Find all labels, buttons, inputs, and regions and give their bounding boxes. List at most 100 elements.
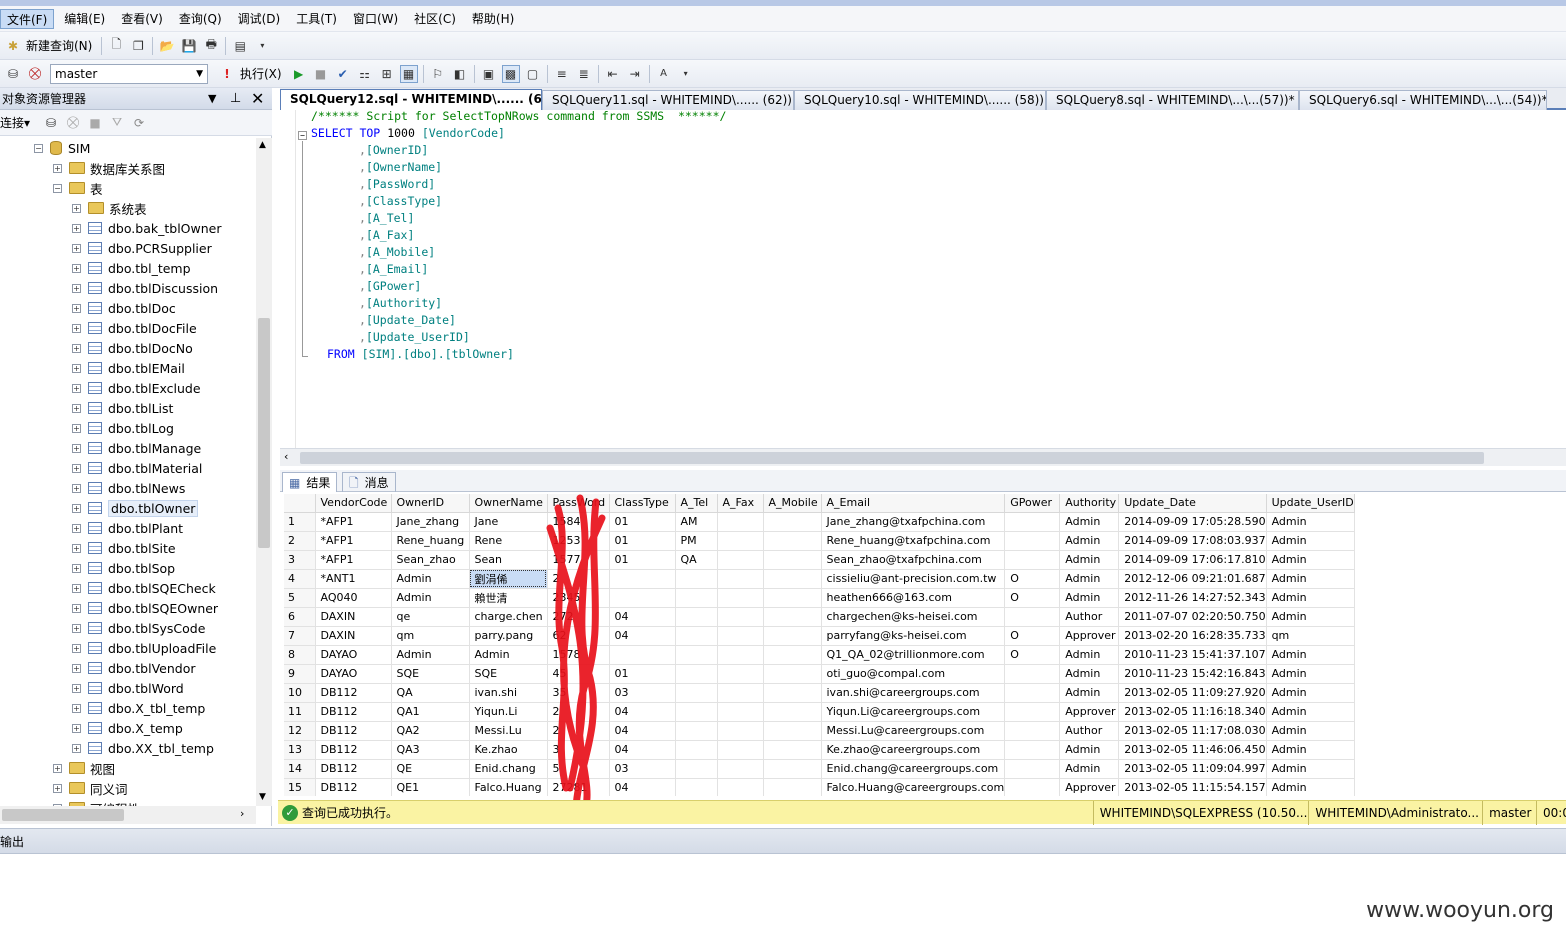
grid-cell[interactable]: Jane [469,512,548,532]
expand-icon[interactable]: + [72,563,81,573]
grid-cell[interactable]: Admin [1266,588,1355,608]
grid-cell[interactable]: 2013-02-05 11:46:06.450 [1118,740,1267,760]
grid-cell[interactable] [1004,721,1061,741]
tree-node[interactable]: + dbo.tblSQECheck [72,578,216,598]
comment-lines-icon[interactable]: ≡ [553,65,571,83]
grid-cell[interactable]: Admin [1059,531,1120,551]
grid-cell[interactable]: Admin [1266,702,1355,722]
grid-cell[interactable] [763,702,822,722]
document-tab-3[interactable]: SQLQuery8.sql - WHITEMIND\...\...(57))* [1046,90,1299,110]
expand-icon[interactable]: + [72,323,81,333]
grid-cell[interactable] [717,740,764,760]
grid-cell[interactable]: O [1004,626,1061,646]
tree-node[interactable]: + dbo.tblManage [72,438,201,458]
grid-cell[interactable] [717,626,764,646]
menu-item-0[interactable]: 文件(F) [0,8,55,29]
tree-node[interactable]: − 表 [53,178,103,198]
results-tab-0[interactable]: ▦ 结果 [282,472,338,492]
table-row[interactable]: 4 *ANT1 Admin 劉涓俙 2 cissieliu@ant-precision.c… [284,569,1355,589]
grid-cell[interactable]: Admin [1266,569,1355,589]
print-icon[interactable]: 🖶 [202,37,220,55]
grid-cell[interactable] [1004,683,1061,703]
expand-icon[interactable]: + [72,263,81,273]
table-row[interactable]: 3 *AFP1 Sean_zhao Sean 1577 01 QA Sean_zhao@txa… [284,550,1355,570]
expand-icon[interactable]: + [72,543,81,553]
debug-play-icon[interactable]: ▶ [290,65,308,83]
stop-icon[interactable]: ■ [312,65,330,83]
grid-cell[interactable] [763,588,822,608]
row-number[interactable]: 6 [284,607,316,627]
grid-cell[interactable]: *AFP1 [315,512,392,532]
grid-cell[interactable]: chargechen@ks-heisei.com [821,607,1006,627]
copy-icon[interactable]: ❐ [129,37,147,55]
results-to-grid-icon[interactable]: ▦ [399,64,418,83]
grid-cell[interactable] [675,626,718,646]
grid-cell[interactable]: Admin [1266,664,1355,684]
column-header[interactable]: VendorCode [315,494,392,513]
grid-cell[interactable] [763,759,822,779]
expand-icon[interactable]: + [72,383,81,393]
grid-cell[interactable] [763,721,822,741]
grid-cell[interactable]: DAYAO [315,664,392,684]
grid-cell[interactable] [1004,664,1061,684]
database-select[interactable]: master ▼ [50,63,208,84]
tree-node[interactable]: + dbo.tblList [72,398,173,418]
grid-cell[interactable] [675,778,718,796]
grid-cell[interactable]: Ke.zhao [469,740,548,760]
grid-cell[interactable]: 2013-02-05 11:09:04.997 [1118,759,1267,779]
grid-cell[interactable]: Admin [1059,550,1120,570]
results-grid-active-icon[interactable]: ▩ [501,64,520,83]
document-tab-2[interactable]: SQLQuery10.sql - WHITEMIND\...... (58)) [794,90,1046,110]
grid-cell[interactable]: Rene_huang [391,531,470,551]
grid-cell[interactable]: 2012-11-26 14:27:52.343 [1118,588,1267,608]
execute-icon[interactable]: ! [218,65,236,83]
scroll-up-icon[interactable]: ▲ [259,140,266,150]
expand-icon[interactable]: + [72,423,81,433]
grid-cell[interactable]: Sean_zhao@txafpchina.com [821,550,1006,570]
column-header[interactable]: Authority [1059,494,1120,513]
table-row[interactable]: 1 *AFP1 Jane_zhang Jane 1584 01 AM Jane_zhang@t… [284,512,1355,532]
grid-cell[interactable]: AM [675,512,718,532]
column-header[interactable]: Update_Date [1118,494,1267,513]
grid-cell[interactable]: Approver [1059,702,1120,722]
grid-cell[interactable]: Admin [1059,683,1120,703]
grid-cell[interactable]: heathen666@163.com [821,588,1006,608]
grid-cell[interactable]: QA2 [391,721,470,741]
grid-cell[interactable]: Messi.Lu@careergroups.com [821,721,1006,741]
row-number[interactable]: 8 [284,645,316,665]
grid-cell[interactable]: Approver [1059,626,1120,646]
menu-item-3[interactable]: 查询(Q) [173,9,228,29]
grid-cell[interactable]: Admin [1266,531,1355,551]
refresh-icon[interactable]: ⟳ [130,114,148,132]
grid-cell[interactable]: qm [1266,626,1355,646]
tree-node[interactable]: + 视图 [53,758,115,778]
grid-cell[interactable]: Falco.Huang@careergroups.com [821,778,1006,796]
row-number[interactable]: 4 [284,569,316,589]
grid-cell[interactable] [675,740,718,760]
menu-item-1[interactable]: 编辑(E) [58,9,111,29]
expand-icon[interactable]: + [72,643,81,653]
tree-node[interactable]: + dbo.tblSQEOwner [72,598,218,618]
close-icon[interactable]: ✕ [251,89,264,108]
table-row[interactable]: 13 DB112 QA3 Ke.zhao 3 04 Ke.zhao@careergroups… [284,740,1355,760]
grid-cell[interactable]: Sean_zhao [391,550,470,570]
grid-cell[interactable]: Admin [1266,512,1355,532]
column-header[interactable]: OwnerID [391,494,470,513]
column-header[interactable]: A_Email [821,494,1006,513]
tree-node[interactable]: + 数据库关系图 [53,158,165,178]
row-number[interactable]: 3 [284,550,316,570]
scrollbar-thumb[interactable] [300,452,1484,464]
grid-cell[interactable]: Messi.Lu [469,721,548,741]
grid-cell[interactable] [675,569,718,589]
grid-cell[interactable] [1004,512,1061,532]
grid-cell[interactable]: Admin [1266,759,1355,779]
expand-icon[interactable]: + [72,223,81,233]
grid-cell[interactable]: Admin [391,569,470,589]
expand-icon[interactable]: + [72,483,81,493]
row-number[interactable]: 13 [284,740,316,760]
grid-cell[interactable] [717,607,764,627]
grid-cell[interactable]: qm [391,626,470,646]
grid-cell[interactable] [763,569,822,589]
expand-icon[interactable]: + [72,703,81,713]
tree-node[interactable]: + dbo.tblDocFile [72,318,197,338]
